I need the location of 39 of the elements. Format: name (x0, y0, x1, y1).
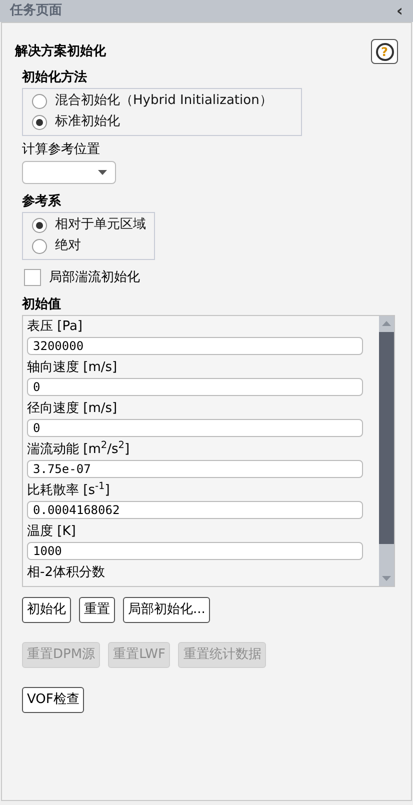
input-field[interactable]: 1000 (27, 542, 363, 560)
action-button[interactable]: VOF检查 (22, 686, 84, 712)
radio-option[interactable]: 标准初始化 (32, 112, 292, 132)
header-title: 任务页面 (10, 2, 62, 20)
scroll-down-icon (382, 576, 391, 580)
field-label: 比耗散率 [s$^{-1}$] (27, 480, 111, 500)
scrollbar[interactable] (379, 316, 394, 586)
radio-button[interactable] (32, 94, 47, 108)
checkbox-option[interactable]: 局部湍流初始化 (24, 268, 398, 287)
section-label: 参考系 (22, 192, 62, 211)
input-field[interactable]: 0 (27, 418, 363, 436)
radio-button[interactable] (32, 218, 47, 232)
action-button[interactable]: 初始化 (22, 596, 71, 622)
radio-option[interactable]: 混合初始化（Hybrid Initialization） (32, 90, 292, 112)
section-label: 初始值 (22, 296, 62, 314)
scroll-up-icon (382, 320, 391, 326)
action-button[interactable]: 局部初始化... (123, 596, 210, 622)
field-label: 轴向速度 [m/s] (27, 358, 118, 376)
field-label: 温度 [K] (27, 522, 77, 540)
action-button[interactable]: 重置 (79, 596, 115, 622)
dropdown[interactable] (22, 161, 116, 184)
radio-button[interactable] (32, 238, 47, 254)
checkbox[interactable] (24, 268, 41, 286)
field-label: 径向速度 [m/s] (27, 400, 118, 418)
input-field[interactable]: 0 (27, 378, 363, 396)
collapse-button[interactable]: ‹ (396, 3, 403, 19)
radio-option[interactable]: 绝对 (32, 236, 145, 256)
input-field[interactable]: 3.75e-07 (27, 460, 363, 478)
radio-option[interactable]: 相对于单元区域 (32, 214, 145, 236)
field-label: 湍流动能 [m$^{2}$/s$^{2}$] (27, 440, 131, 458)
field-label: 表压 [Pa] (27, 318, 84, 336)
input-field[interactable]: 3200000 (27, 336, 363, 354)
field-label: 相-2体积分数 (27, 564, 106, 582)
radio-button[interactable] (32, 114, 47, 130)
dropdown-arrow-icon (98, 170, 107, 175)
section-label: 初始化方法 (22, 68, 88, 87)
input-field[interactable]: 0.0004168062 (27, 500, 363, 518)
panel-title: 解决方案初始化 (15, 42, 106, 61)
field-label: 计算参考位置 (22, 140, 101, 158)
